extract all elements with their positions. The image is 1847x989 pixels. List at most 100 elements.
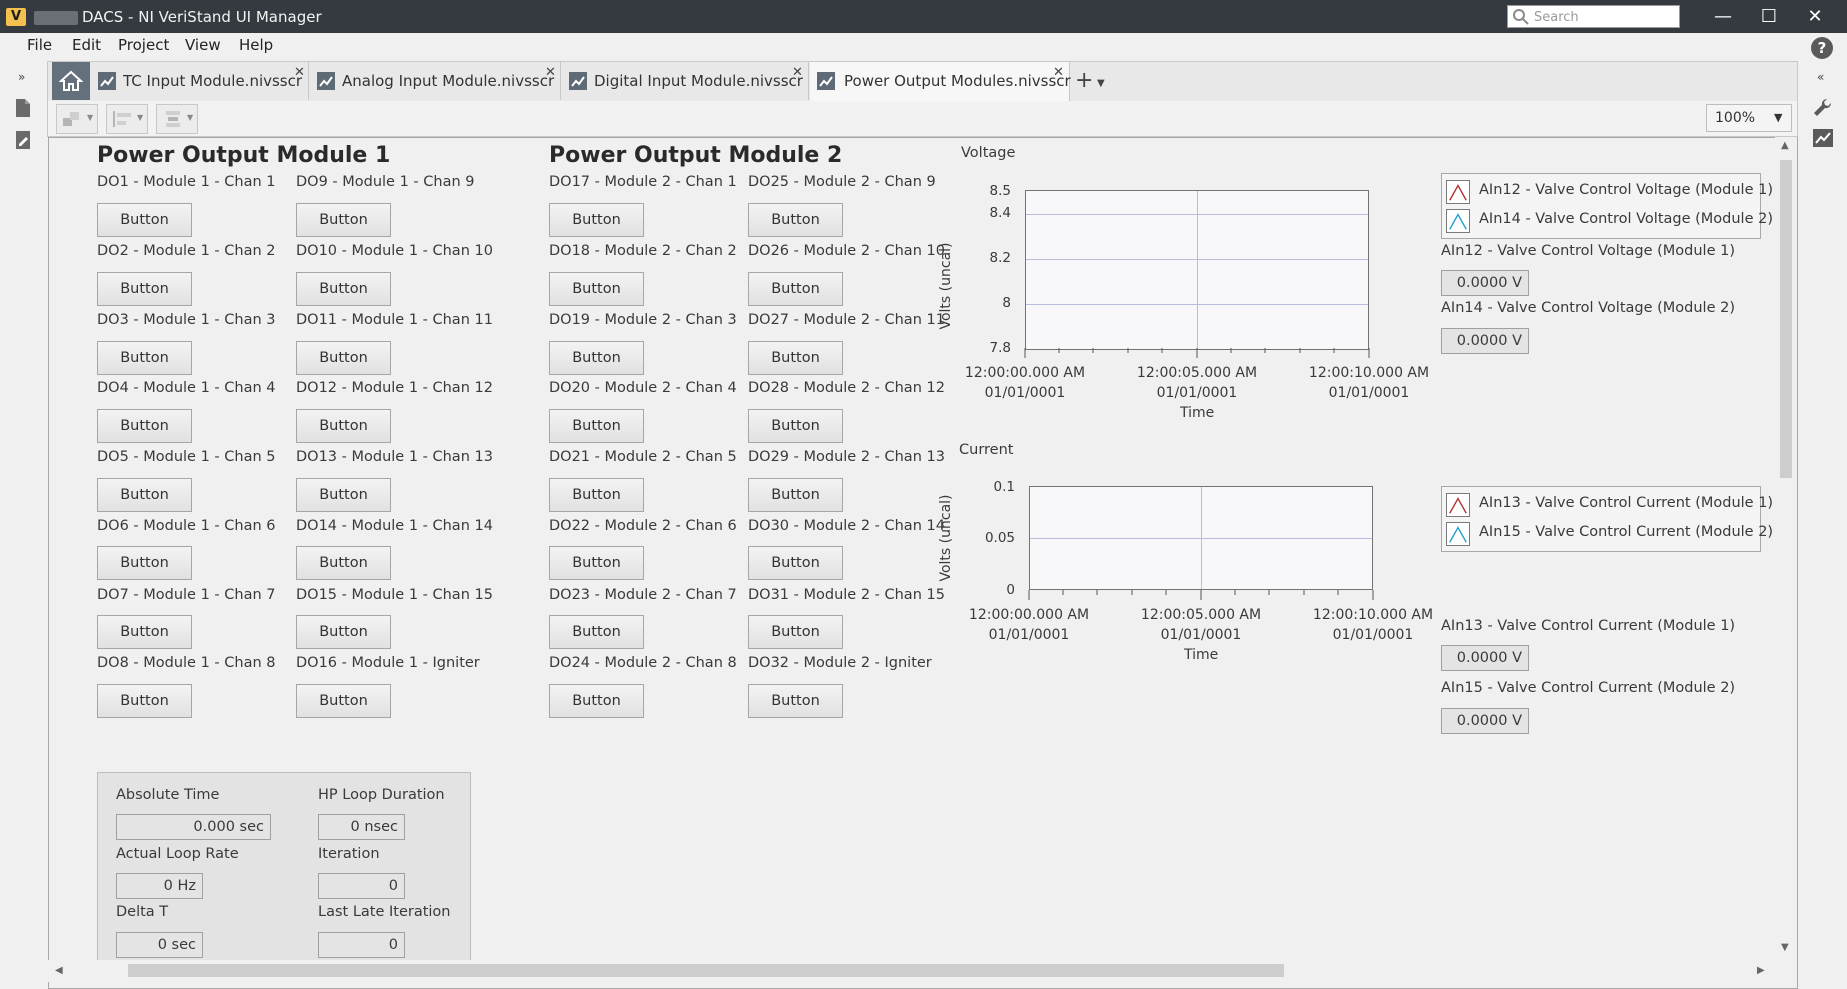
expand-left-icon[interactable]: » (18, 70, 25, 84)
tab-close-icon[interactable]: ✕ (545, 65, 556, 80)
do11-button[interactable]: Button (296, 341, 391, 375)
vertical-scroll-thumb[interactable] (1780, 160, 1792, 478)
channel-label: DO1 - Module 1 - Chan 1 (97, 174, 276, 190)
align-icon (113, 111, 131, 127)
series-swatch-icon (1446, 522, 1470, 546)
do10-button[interactable]: Button (296, 272, 391, 306)
tab-close-icon[interactable]: ✕ (1053, 65, 1064, 80)
do13-button[interactable]: Button (296, 478, 391, 512)
chevron-down-icon[interactable]: ▼ (1097, 78, 1105, 89)
y-tick-label: 8.2 (989, 250, 1011, 266)
do21-button[interactable]: Button (549, 478, 644, 512)
do24-button[interactable]: Button (549, 684, 644, 718)
expand-right-icon[interactable]: « (1817, 70, 1824, 84)
scroll-down-icon[interactable]: ▼ (1781, 942, 1789, 953)
tab-power-output-modules[interactable]: Power Output Modules.nivsscr ✕ (810, 62, 1071, 102)
voltage-legend[interactable]: AIn12 - Valve Control Voltage (Module 1)… (1441, 173, 1773, 239)
do32-button[interactable]: Button (748, 684, 843, 718)
do1-button[interactable]: Button (97, 203, 192, 237)
do29-button[interactable]: Button (748, 478, 843, 512)
do3-button[interactable]: Button (97, 341, 192, 375)
x-tick-label: 12:00:05.000 AM 01/01/0001 (1136, 365, 1258, 401)
add-tab-icon[interactable]: + (1075, 68, 1093, 93)
tab-tc-input-module[interactable]: TC Input Module.nivsscr ✕ (91, 62, 309, 100)
close-window-button[interactable]: ✕ (1792, 0, 1838, 33)
do7-button[interactable]: Button (97, 615, 192, 649)
search-box[interactable] (1507, 5, 1680, 28)
tab-digital-input-module[interactable]: Digital Input Module.nivsscr ✕ (562, 62, 809, 100)
do12-button[interactable]: Button (296, 409, 391, 443)
menu-bar (0, 33, 1847, 61)
home-icon (59, 70, 83, 91)
do20-button[interactable]: Button (549, 409, 644, 443)
do15-button[interactable]: Button (296, 615, 391, 649)
horizontal-scroll-thumb[interactable] (128, 964, 1284, 977)
do19-button[interactable]: Button (549, 341, 644, 375)
legend-item[interactable]: AIn15 - Valve Control Current (Module 2) (1446, 522, 1773, 550)
maximize-button[interactable]: ☐ (1746, 0, 1792, 33)
channel-label: DO22 - Module 2 - Chan 6 (549, 518, 737, 534)
do17-button[interactable]: Button (549, 203, 644, 237)
chevron-down-icon[interactable]: ▼ (1774, 111, 1782, 124)
legend-item[interactable]: AIn13 - Valve Control Current (Module 1) (1446, 491, 1773, 519)
x-tick-label: 12:00:10.000 AM 01/01/0001 (1312, 607, 1434, 643)
do23-button[interactable]: Button (549, 615, 644, 649)
legend-item[interactable]: AIn12 - Valve Control Voltage (Module 1) (1446, 178, 1773, 206)
do18-button[interactable]: Button (549, 272, 644, 306)
distribute-objects-button[interactable]: ▼ (156, 104, 198, 134)
chevron-down-icon: ▼ (137, 113, 144, 122)
series-swatch-icon (1446, 209, 1470, 233)
menu-help[interactable]: Help (239, 34, 273, 58)
current-plot-area[interactable] (1029, 486, 1373, 590)
screen-icon (317, 72, 335, 90)
legend-item[interactable]: AIn14 - Valve Control Voltage (Module 2) (1446, 209, 1773, 237)
tab-close-icon[interactable]: ✕ (792, 65, 803, 80)
scroll-right-icon[interactable]: ▶ (1757, 965, 1765, 976)
do14-button[interactable]: Button (296, 546, 391, 580)
left-panel-strip (0, 61, 47, 989)
document-icon[interactable] (14, 98, 32, 118)
channel-label: DO16 - Module 1 - Igniter (296, 655, 480, 671)
do8-button[interactable]: Button (97, 684, 192, 718)
channel-label: DO29 - Module 2 - Chan 13 (748, 449, 945, 465)
scroll-up-icon[interactable]: ▲ (1781, 140, 1789, 151)
align-objects-button[interactable]: ▼ (106, 104, 148, 134)
do16-button[interactable]: Button (296, 684, 391, 718)
voltage-plot-area[interactable] (1025, 190, 1369, 350)
group-objects-button[interactable]: ▼ (56, 104, 98, 134)
delta-t-value: 0 sec (116, 932, 203, 958)
wrench-icon[interactable] (1812, 98, 1834, 118)
tab-close-icon[interactable]: ✕ (294, 65, 305, 80)
do27-button[interactable]: Button (748, 341, 843, 375)
y-tick-label: 8.4 (989, 205, 1011, 221)
menu-view[interactable]: View (185, 34, 221, 58)
menu-file[interactable]: File (27, 34, 52, 58)
edit-document-icon[interactable] (14, 130, 32, 150)
do28-button[interactable]: Button (748, 409, 843, 443)
do25-button[interactable]: Button (748, 203, 843, 237)
channel-label: DO6 - Module 1 - Chan 6 (97, 518, 276, 534)
do9-button[interactable]: Button (296, 203, 391, 237)
do22-button[interactable]: Button (549, 546, 644, 580)
tab-analog-input-module[interactable]: Analog Input Module.nivsscr ✕ (310, 62, 561, 100)
do30-button[interactable]: Button (748, 546, 843, 580)
voltage-y-axis-label: Volts (uncal) (938, 242, 954, 330)
do4-button[interactable]: Button (97, 409, 192, 443)
do5-button[interactable]: Button (97, 478, 192, 512)
do2-button[interactable]: Button (97, 272, 192, 306)
scroll-left-icon[interactable]: ◀ (55, 965, 63, 976)
search-input[interactable] (1534, 8, 1674, 26)
ain15-indicator: 0.0000 V (1441, 708, 1529, 734)
help-icon[interactable]: ? (1811, 37, 1833, 59)
voltage-x-axis-ticks (1024, 348, 1370, 358)
screen-editor-icon[interactable] (1812, 128, 1834, 148)
minimize-button[interactable]: — (1700, 0, 1746, 33)
do6-button[interactable]: Button (97, 546, 192, 580)
do31-button[interactable]: Button (748, 615, 843, 649)
menu-project[interactable]: Project (118, 34, 169, 58)
menu-edit[interactable]: Edit (72, 34, 101, 58)
home-tab[interactable] (52, 62, 90, 100)
x-tick-label: 12:00:10.000 AM 01/01/0001 (1308, 365, 1430, 401)
current-legend[interactable]: AIn13 - Valve Control Current (Module 1)… (1441, 486, 1773, 552)
do26-button[interactable]: Button (748, 272, 843, 306)
